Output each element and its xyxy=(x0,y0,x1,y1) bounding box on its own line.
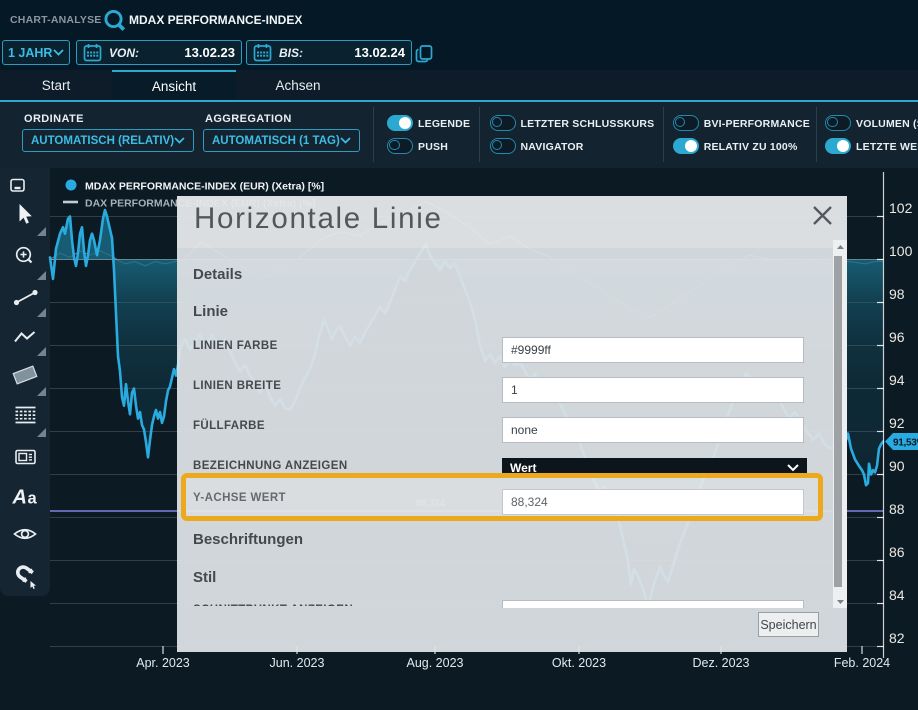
svg-text:90: 90 xyxy=(889,458,905,474)
svg-text:MDAX PERFORMANCE-INDEX (EUR) (: MDAX PERFORMANCE-INDEX (EUR) (Xetra) [%] xyxy=(85,181,324,193)
svg-text:Dez. 2023: Dez. 2023 xyxy=(693,656,750,670)
svg-text:Okt. 2023: Okt. 2023 xyxy=(552,656,606,670)
svg-text:Aug. 2023: Aug. 2023 xyxy=(407,656,464,670)
svg-text:88: 88 xyxy=(889,501,905,517)
svg-text:102: 102 xyxy=(889,200,913,216)
svg-text:92: 92 xyxy=(889,415,905,431)
svg-text:82: 82 xyxy=(889,630,905,646)
svg-text:86: 86 xyxy=(889,544,905,560)
svg-text:98: 98 xyxy=(889,286,905,302)
svg-text:Jun. 2023: Jun. 2023 xyxy=(270,656,325,670)
svg-text:94: 94 xyxy=(889,372,905,388)
svg-text:100: 100 xyxy=(889,243,913,259)
svg-text:Apr. 2023: Apr. 2023 xyxy=(136,656,190,670)
svg-text:96: 96 xyxy=(889,329,905,345)
svg-text:Feb. 2024: Feb. 2024 xyxy=(834,656,890,670)
svg-text:91,53%: 91,53% xyxy=(893,438,918,449)
svg-text:84: 84 xyxy=(889,587,905,603)
